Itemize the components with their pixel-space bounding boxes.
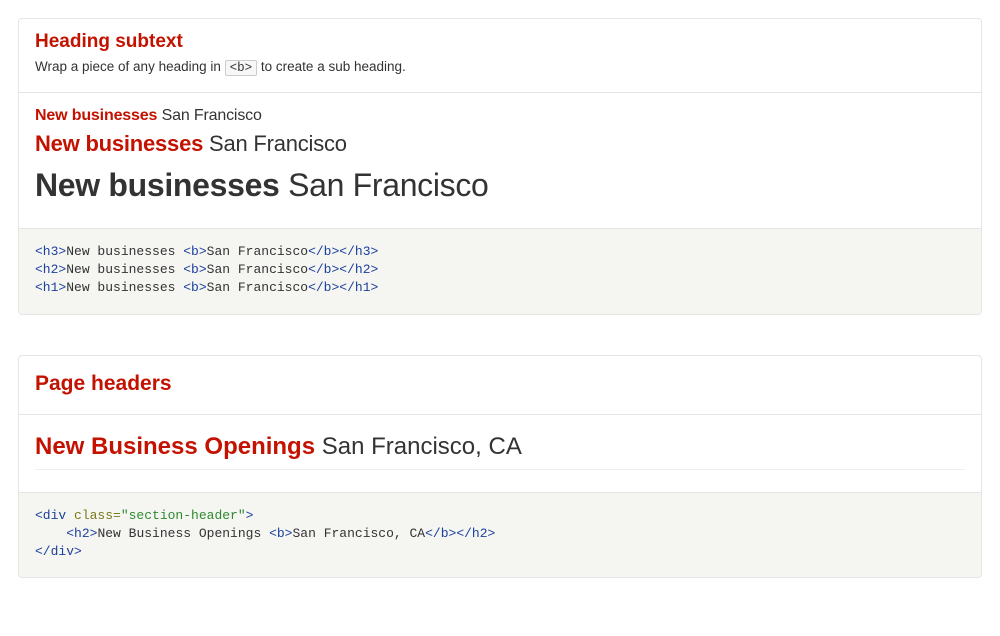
- code-token: <b>: [183, 244, 206, 259]
- example-h3: New businesses San Francisco: [35, 107, 965, 125]
- panel-heading-subtext: Heading subtext Wrap a piece of any head…: [18, 18, 982, 315]
- section-description: Wrap a piece of any heading in <b> to cr…: [35, 59, 965, 76]
- example-h2: New businesses San Francisco: [35, 131, 965, 157]
- section-title: Page headers: [35, 372, 965, 396]
- inline-code-b-tag: <b>: [225, 60, 258, 76]
- code-token: San Francisco, CA: [292, 526, 425, 541]
- code-token: </b>: [308, 262, 339, 277]
- code-token: New businesses: [66, 262, 183, 277]
- code-token: New businesses: [66, 280, 183, 295]
- section-example: New Business Openings San Francisco, CA: [19, 414, 981, 492]
- code-token: </b>: [425, 526, 456, 541]
- example-h3-bold: New businesses: [35, 107, 157, 124]
- code-token: San Francisco: [207, 244, 308, 259]
- code-token: <h2>: [35, 262, 66, 277]
- code-token: >: [246, 508, 254, 523]
- code-token: New Business Openings: [97, 526, 269, 541]
- code-token: class=: [74, 508, 121, 523]
- page-header-example: New Business Openings San Francisco, CA: [35, 433, 965, 470]
- code-token: "section-header": [121, 508, 246, 523]
- code-token: <div: [35, 508, 74, 523]
- code-token: </b>: [308, 244, 339, 259]
- code-token: <h1>: [35, 280, 66, 295]
- example-h3-sub: San Francisco: [162, 107, 262, 124]
- code-token: <h3>: [35, 244, 66, 259]
- section-intro: Heading subtext Wrap a piece of any head…: [19, 19, 981, 92]
- code-token: </h3>: [339, 244, 378, 259]
- code-token: [35, 526, 66, 541]
- example-h1-sub: San Francisco: [288, 167, 488, 203]
- example-h1-bold: New businesses: [35, 167, 280, 203]
- example-h2-bold: New businesses: [35, 131, 203, 156]
- code-token: San Francisco: [207, 262, 308, 277]
- desc-text-before: Wrap a piece of any heading in: [35, 59, 225, 74]
- code-token: New businesses: [66, 244, 183, 259]
- section-title: Heading subtext: [35, 31, 965, 53]
- code-token: <b>: [183, 280, 206, 295]
- page-header-bold: New Business Openings: [35, 433, 315, 460]
- code-token: </h1>: [339, 280, 378, 295]
- panel-page-headers: Page headers New Business Openings San F…: [18, 355, 982, 579]
- code-token: <b>: [269, 526, 292, 541]
- code-token: </h2>: [339, 262, 378, 277]
- page-header-sub: San Francisco, CA: [322, 433, 522, 460]
- code-token: <h2>: [66, 526, 97, 541]
- code-token: San Francisco: [207, 280, 308, 295]
- section-examples: New businesses San Francisco New busines…: [19, 92, 981, 228]
- code-token: </h2>: [456, 526, 495, 541]
- desc-text-after: to create a sub heading.: [257, 59, 406, 74]
- code-block-headings: <h3>New businesses <b>San Francisco</b><…: [19, 228, 981, 314]
- code-token: </div>: [35, 544, 82, 559]
- example-h2-sub: San Francisco: [209, 131, 347, 156]
- code-block-page-header: <div class="section-header"> <h2>New Bus…: [19, 492, 981, 578]
- example-h1: New businesses San Francisco: [35, 167, 965, 204]
- page-header-h2: New Business Openings San Francisco, CA: [35, 433, 965, 461]
- code-token: </b>: [308, 280, 339, 295]
- section-intro: Page headers: [19, 356, 981, 414]
- code-token: <b>: [183, 262, 206, 277]
